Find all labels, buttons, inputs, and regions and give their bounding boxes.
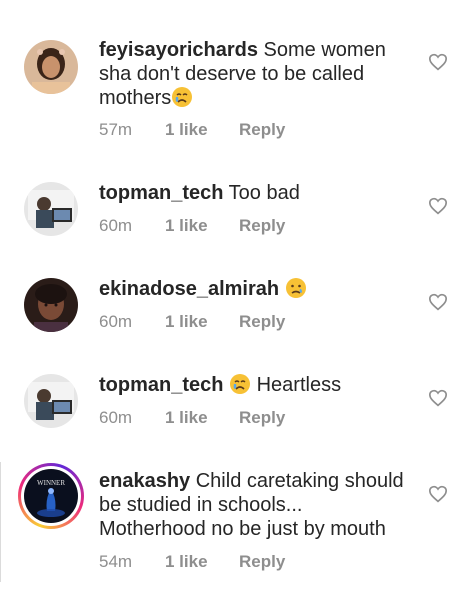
sad-face-emoji-icon <box>285 278 306 298</box>
comment-text: topman_tech Heartless <box>99 373 399 397</box>
comment-likes[interactable]: 1 like <box>165 216 239 236</box>
reply-button[interactable]: Reply <box>239 312 285 332</box>
like-heart-icon[interactable] <box>428 53 448 71</box>
avatar-image <box>24 278 78 332</box>
avatar-image <box>24 182 78 236</box>
avatar-text: WINNER <box>37 479 65 487</box>
comment-time: 54m <box>99 552 133 571</box>
avatar-image <box>24 40 78 94</box>
story-ring[interactable]: WINNER <box>18 463 84 529</box>
avatar-image: WINNER <box>24 469 78 523</box>
comment-likes[interactable]: 1 like <box>165 408 239 428</box>
comment-text: feyisayorichards Some women sha don't de… <box>99 38 399 110</box>
avatar[interactable] <box>24 374 78 428</box>
comment-body: Too bad <box>228 182 300 204</box>
comment-likes[interactable]: 1 like <box>165 312 239 332</box>
comment-text: ekinadose_almirah <box>99 277 399 301</box>
avatar-image <box>24 374 78 428</box>
avatar[interactable] <box>24 40 78 94</box>
comment-meta: 60m 1 like Reply <box>99 216 285 236</box>
comment-likes[interactable]: 1 like <box>165 120 239 140</box>
comment-text: topman_tech Too bad <box>99 181 399 205</box>
comment-username[interactable]: enakashy <box>99 470 190 492</box>
reply-button[interactable]: Reply <box>239 216 285 236</box>
comment-time: 60m <box>99 312 133 331</box>
reply-button[interactable]: Reply <box>239 408 285 428</box>
comment-body: Heartless <box>256 374 342 396</box>
like-heart-icon[interactable] <box>428 197 448 215</box>
crying-face-emoji-icon <box>230 374 251 394</box>
comment-username[interactable]: topman_tech <box>99 374 223 396</box>
comment-likes[interactable]: 1 like <box>165 552 239 572</box>
comment-meta: 54m 1 like Reply <box>99 552 285 572</box>
avatar[interactable] <box>24 278 78 332</box>
reply-button[interactable]: Reply <box>239 120 285 140</box>
like-heart-icon[interactable] <box>428 293 448 311</box>
comment-username[interactable]: ekinadose_almirah <box>99 278 279 300</box>
crying-face-emoji-icon <box>172 87 193 107</box>
comment-time: 60m <box>99 408 133 427</box>
reply-button[interactable]: Reply <box>239 552 285 572</box>
avatar: WINNER <box>24 469 78 523</box>
comment-username[interactable]: topman_tech <box>99 182 223 204</box>
comment-meta: 57m 1 like Reply <box>99 120 285 140</box>
thread-divider <box>0 462 5 582</box>
like-heart-icon[interactable] <box>428 389 448 407</box>
like-heart-icon[interactable] <box>428 485 448 503</box>
comment-meta: 60m 1 like Reply <box>99 408 285 428</box>
comment-username[interactable]: feyisayorichards <box>99 39 258 61</box>
comment-meta: 60m 1 like Reply <box>99 312 285 332</box>
comment-time: 57m <box>99 120 133 139</box>
comment-time: 60m <box>99 216 133 235</box>
comment-text: enakashy Child caretaking should be stud… <box>99 469 409 541</box>
avatar[interactable] <box>24 182 78 236</box>
